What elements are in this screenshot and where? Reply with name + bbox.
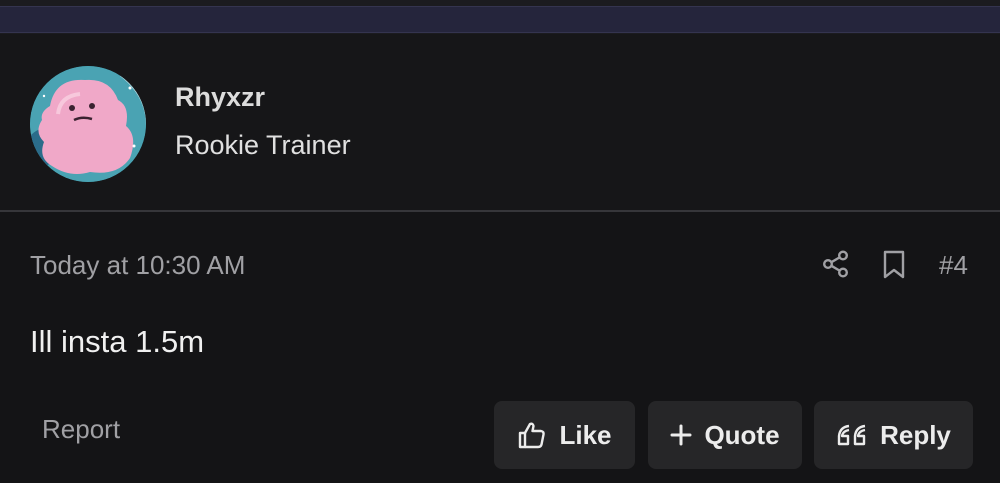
user-title: Rookie Trainer: [175, 130, 351, 160]
reply-button[interactable]: Reply: [814, 401, 973, 469]
share-icon[interactable]: [822, 250, 850, 278]
thumbs-up-icon: [517, 420, 547, 450]
reply-label: Reply: [880, 419, 951, 450]
like-label: Like: [559, 419, 612, 450]
top-bar-band: [0, 6, 1000, 33]
quote-button[interactable]: Quote: [648, 401, 802, 469]
bookmark-icon[interactable]: [881, 250, 907, 280]
post-timestamp[interactable]: Today at 10:30 AM: [30, 250, 245, 281]
quote-label: Quote: [704, 419, 780, 450]
user-info-block: Rhyxzr Rookie Trainer: [0, 34, 1000, 212]
top-bar: [0, 0, 1000, 34]
like-button[interactable]: Like: [494, 401, 635, 469]
report-link[interactable]: Report: [42, 414, 120, 445]
post-message: Ill insta 1.5m: [30, 324, 205, 359]
avatar[interactable]: [30, 66, 146, 182]
plus-icon: [670, 424, 692, 446]
post-body: Today at 10:30 AM #4 Ill insta 1.5m Repo…: [0, 212, 1000, 483]
quote-marks-icon: [836, 422, 868, 448]
ditto-avatar-image: [30, 66, 146, 182]
username[interactable]: Rhyxzr: [175, 82, 265, 113]
post-number-link[interactable]: #4: [939, 250, 968, 281]
